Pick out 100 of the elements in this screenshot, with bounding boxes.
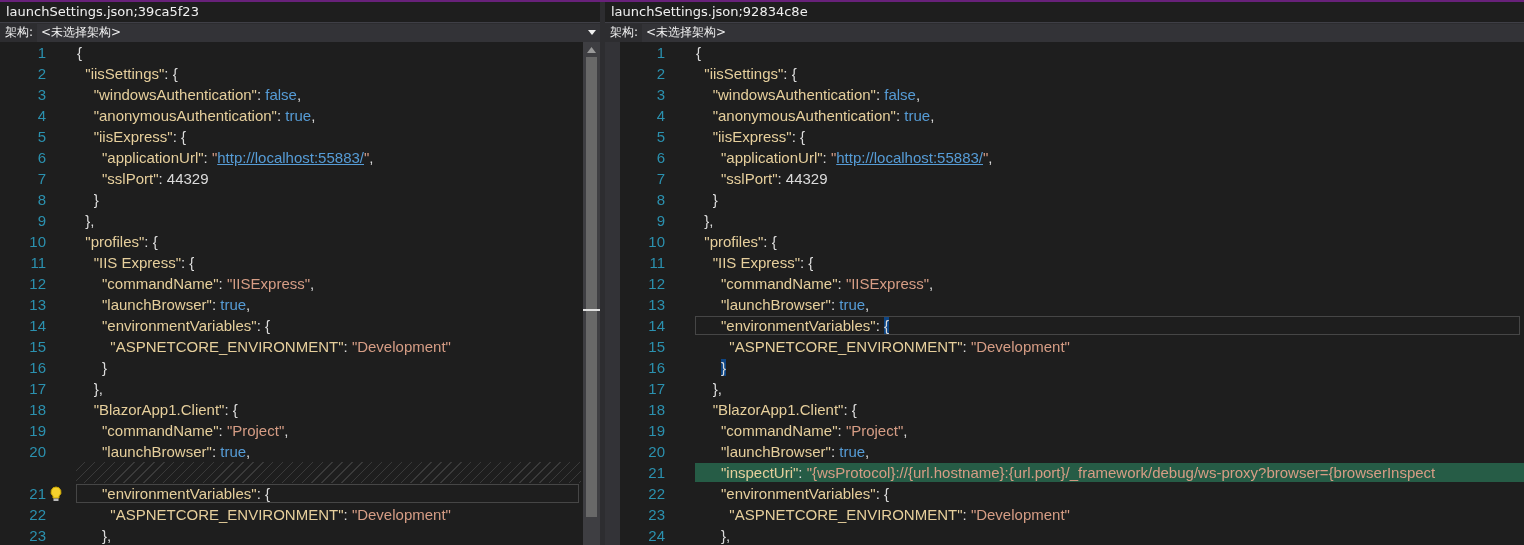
code-text: : — [343, 506, 349, 523]
line-number: 24 — [647, 527, 665, 544]
line-number: 23 — [28, 527, 46, 544]
code-text: } — [92, 191, 99, 208]
code-text: : — [276, 107, 283, 124]
code-text: : { — [791, 128, 806, 145]
line-number: 8 — [36, 191, 46, 208]
line-number: 20 — [28, 443, 46, 460]
code-text: }, — [711, 380, 722, 397]
architecture-label: 架构: — [5, 24, 34, 41]
code-text: "launchBrowser" — [720, 296, 831, 313]
code-text: "anonymousAuthentication" — [711, 107, 896, 124]
code-text: : — [830, 296, 837, 313]
code-text: , — [369, 149, 374, 166]
code-text: "ASPNETCORE_ENVIRONMENT" — [728, 506, 963, 523]
code-text: true — [220, 443, 247, 460]
code-text: true — [904, 107, 931, 124]
code-text: "ASPNETCORE_ENVIRONMENT" — [109, 506, 344, 523]
code-text: "commandName" — [720, 275, 838, 292]
line-number: 10 — [28, 233, 46, 250]
code-text: : — [343, 338, 349, 355]
matched-brace: } — [721, 359, 727, 376]
code-text: , — [903, 422, 908, 439]
code-text: "environmentVariables" — [101, 485, 257, 502]
code-text: : — [875, 86, 882, 103]
code-text: }, — [101, 527, 112, 544]
scrollbar[interactable] — [583, 42, 600, 545]
code-text: : — [777, 170, 783, 187]
code-text: { — [77, 44, 82, 61]
code-text: : { — [783, 65, 797, 82]
code-text: , — [246, 296, 251, 313]
code-text: , — [930, 107, 935, 124]
code-text: false — [884, 86, 916, 103]
code-text: "sslPort" — [720, 170, 778, 187]
code-text: 44329 — [166, 170, 209, 187]
line-number: 15 — [28, 338, 46, 355]
code-text: true — [220, 296, 247, 313]
code-text: : { — [172, 128, 187, 145]
url-link[interactable]: http://localhost:55883/ — [836, 149, 983, 166]
code-text: : — [218, 275, 224, 292]
line-number: 21 — [647, 464, 665, 481]
code-text: "sslPort" — [101, 170, 159, 187]
code-text: , — [929, 275, 934, 292]
scroll-up-icon[interactable] — [587, 47, 596, 53]
code-text: : — [211, 296, 218, 313]
code-text: : — [822, 149, 828, 166]
code-text: "Development" — [351, 506, 451, 523]
line-number: 22 — [28, 506, 46, 523]
code-text: : { — [224, 401, 238, 418]
line-number: 17 — [28, 380, 46, 397]
line-number: 4 — [36, 107, 46, 124]
code-text: , — [988, 149, 993, 166]
code-text: "windowsAuthentication" — [92, 86, 257, 103]
code-text: : { — [800, 254, 814, 271]
line-number: 13 — [647, 296, 665, 313]
line-number: 1 — [655, 44, 665, 61]
line-number: 10 — [647, 233, 665, 250]
code-text: "commandName" — [101, 275, 219, 292]
code-text: "ASPNETCORE_ENVIRONMENT" — [728, 338, 963, 355]
code-text: true — [285, 107, 312, 124]
code-text: "environmentVariables" — [720, 485, 876, 502]
architecture-dropdown[interactable]: <未选择架构> — [37, 23, 600, 42]
code-text: "commandName" — [101, 422, 219, 439]
code-text: " — [211, 149, 218, 166]
line-number: 12 — [647, 275, 665, 292]
code-text: : { — [256, 485, 270, 502]
code-text: , — [865, 443, 870, 460]
line-number: 12 — [28, 275, 46, 292]
code-text: : — [895, 107, 902, 124]
code-text: : — [256, 86, 263, 103]
code-text: , — [915, 86, 921, 103]
code-text: } — [101, 359, 107, 376]
code-text: false — [265, 86, 297, 103]
line-number: 14 — [28, 317, 46, 334]
code-text: : { — [843, 401, 857, 418]
code-text: "applicationUrl" — [101, 149, 204, 166]
lightbulb-icon[interactable] — [50, 485, 62, 502]
line-number: 18 — [647, 401, 665, 418]
code-text: "IIS Express" — [711, 254, 800, 271]
code-text: , — [284, 422, 289, 439]
code-text: , — [865, 296, 870, 313]
code-text: : — [962, 506, 968, 523]
code-text: " — [983, 149, 989, 166]
code-text: "launchBrowser" — [720, 443, 831, 460]
line-number: 19 — [647, 422, 665, 439]
architecture-dropdown[interactable]: <未选择架构> — [642, 23, 1524, 42]
line-number: 19 — [28, 422, 46, 439]
code-text: { — [696, 44, 701, 61]
code-text: "Development" — [970, 506, 1070, 523]
code-text: : { — [181, 254, 195, 271]
code-text: : — [837, 422, 843, 439]
code-text: }, — [720, 527, 731, 544]
code-text: "launchBrowser" — [101, 296, 212, 313]
code-text: , — [311, 107, 316, 124]
line-number: 17 — [647, 380, 665, 397]
code-text: : — [837, 275, 843, 292]
code-text: : — [211, 443, 218, 460]
line-number: 11 — [29, 254, 46, 271]
code-text: : — [962, 338, 968, 355]
url-link[interactable]: http://localhost:55883/ — [217, 149, 364, 166]
